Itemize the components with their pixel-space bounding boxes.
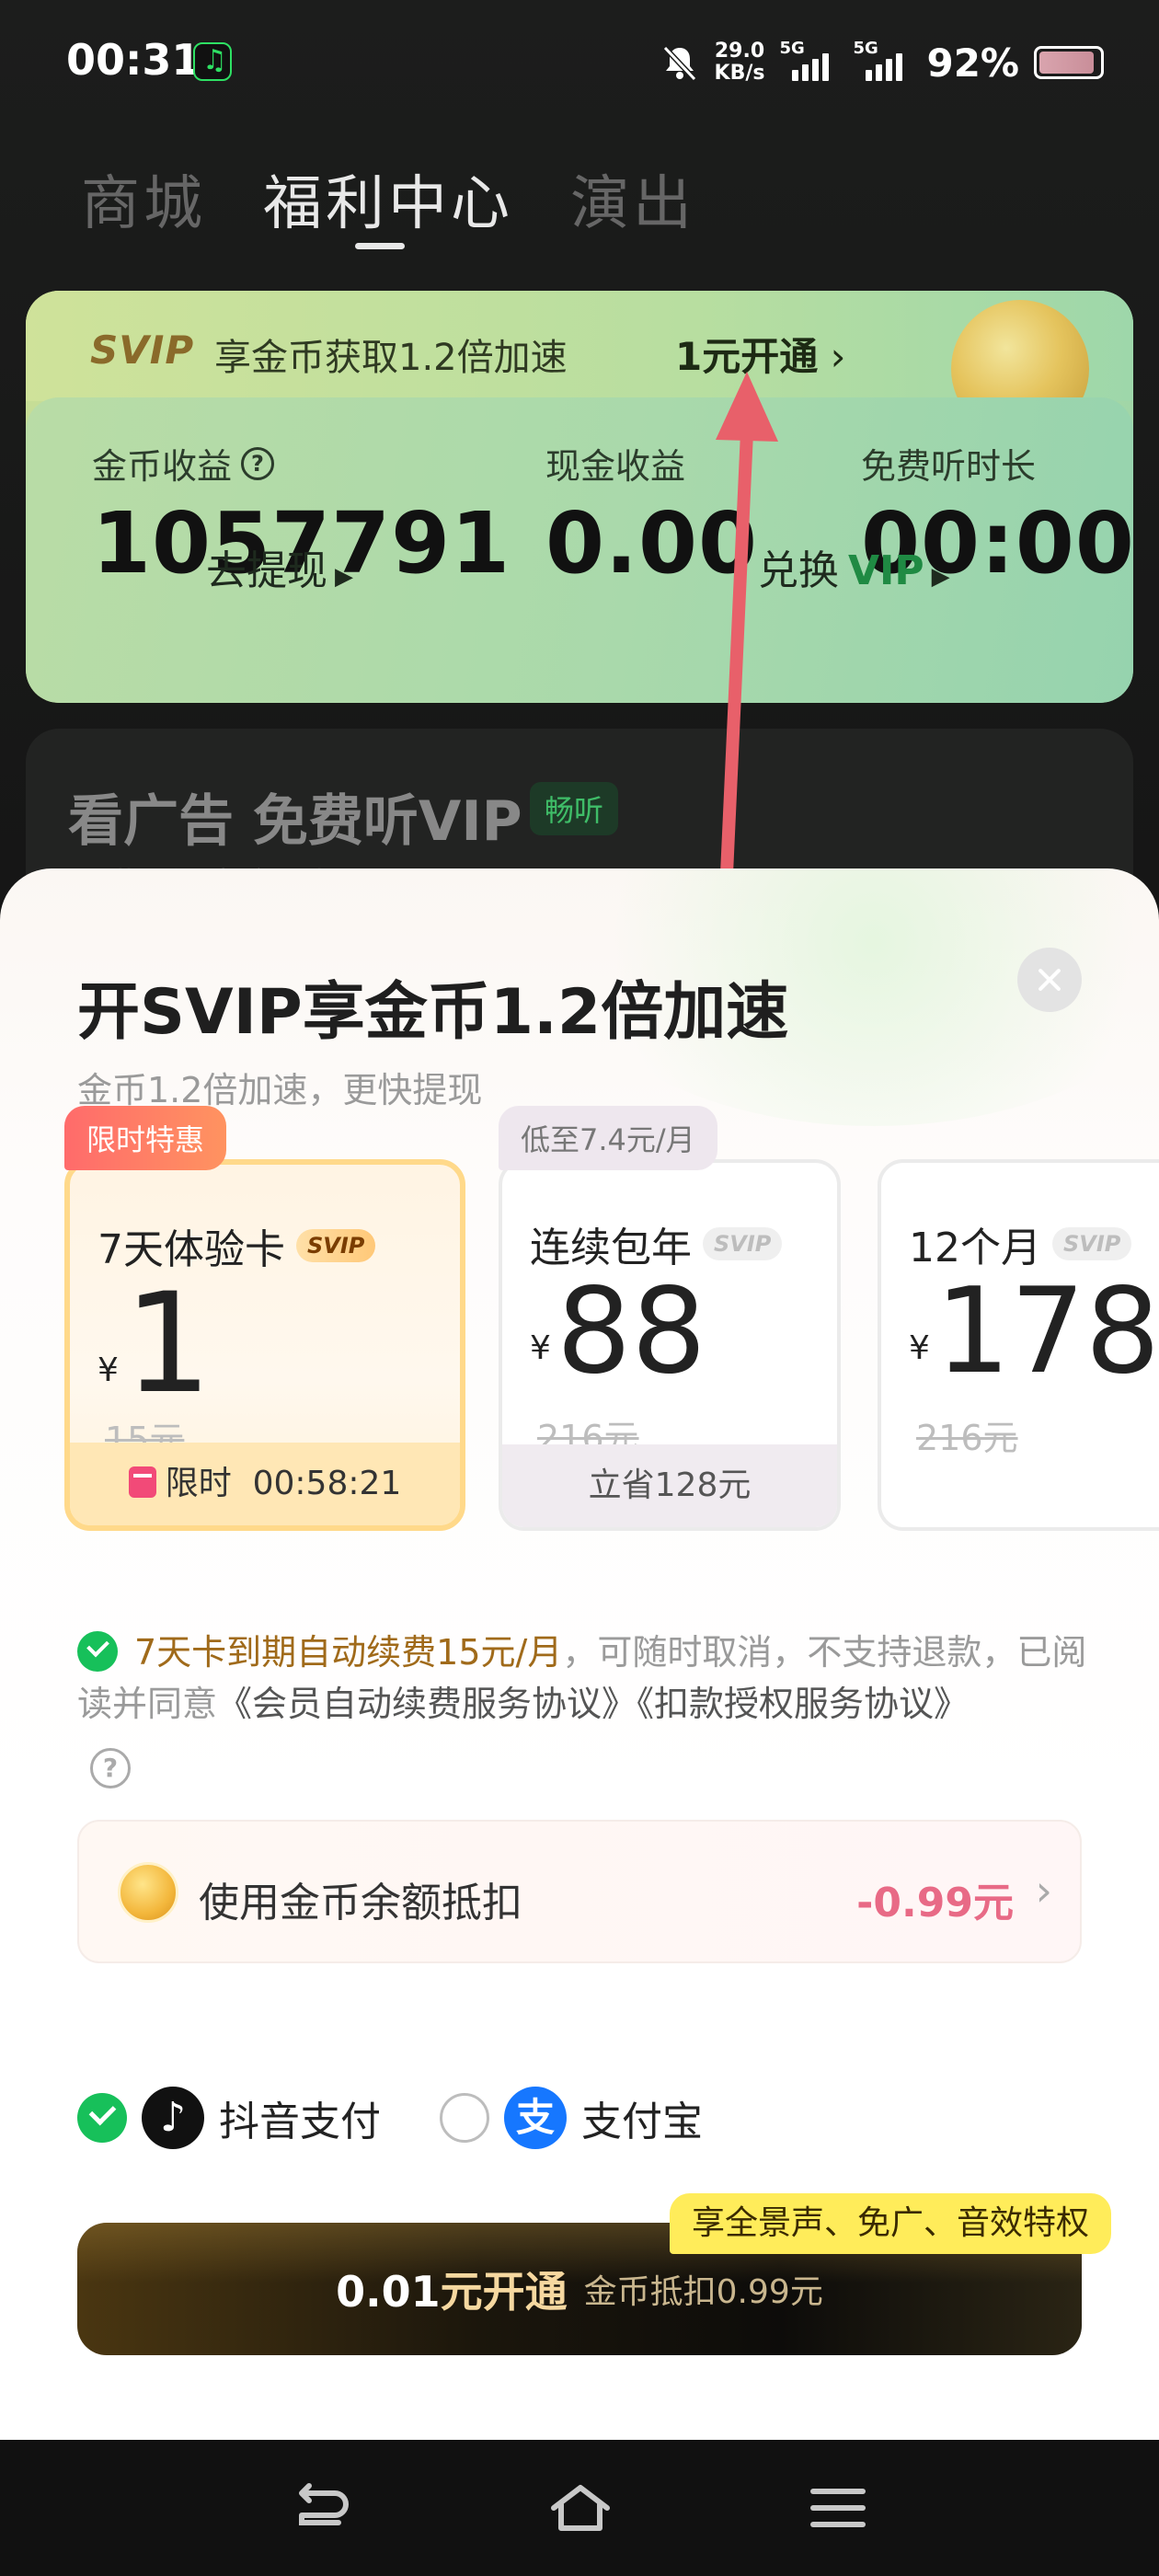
system-nav-bar [0,2440,1159,2576]
plan-countdown: 限时 00:58:21 [70,1443,460,1525]
close-button[interactable] [1017,948,1082,1012]
plan-price: ¥178 [909,1273,1159,1391]
sheet-subtitle: 金币1.2倍加速，更快提现 [77,1070,483,1110]
earnings-links: 去提现 ▶ 兑换 VIP ▶ [26,537,1133,594]
radio-unselected-icon[interactable] [440,2093,489,2143]
svip-tag: SVIP [296,1229,376,1262]
alipay-icon: 支 [504,2087,567,2149]
ad-card-badge: 畅听 [530,782,619,835]
net-speed-value: 29.0 [714,40,765,63]
app-screen: 00:31 29.0 KB/s 5G 5G 92% 商城 福利中心 演 [0,0,1159,2576]
agreement-highlight: 7天卡到期自动续费15元/月 [134,1632,563,1673]
tab-welfare-center[interactable]: 福利中心 [263,156,513,249]
cta-sub: 金币抵扣0.99元 [583,2273,823,2311]
signal-icon: 5G [779,39,838,81]
chevron-right-icon: › [1035,1866,1052,1915]
svip-purchase-sheet: 开SVIP享金币1.2倍加速 金币1.2倍加速，更快提现 7天体验卡 SVIP ¥… [0,868,1159,2440]
coin-deduction-row[interactable]: 使用金币余额抵扣 -0.99元 › [77,1820,1082,1963]
plan-card-12month[interactable]: 12个月 SVIP ¥178 216元 [878,1159,1159,1531]
svip-banner[interactable]: SVIP 享金币获取1.2倍加速 1元开通 [26,291,1133,438]
top-tabs: 商城 福利中心 演出 [81,156,695,249]
plan-savings: 立省128元 [502,1444,837,1527]
auto-renew-agreement: 7天卡到期自动续费15元/月，可随时取消，不支持退款，已阅读并同意《会员自动续费… [77,1627,1089,1788]
status-indicators: 29.0 KB/s 5G 5G 92% [660,37,1104,88]
cta-amount: 0.01 [336,2267,441,2317]
tab-mall[interactable]: 商城 [81,156,206,241]
plan-ribbon-low-price: 低至7.4元/月 [499,1106,717,1170]
svip-tag: SVIP [1052,1227,1132,1260]
cash-label: 现金收益 [545,446,686,487]
payment-label: 支付宝 [581,2099,703,2145]
battery-percent: 92% [926,40,1019,86]
price-amount: 1 [123,1264,212,1424]
ad-card-title: 看广告 免费听VIP [68,789,522,854]
status-bar: 00:31 29.0 KB/s 5G 5G 92% [0,0,1159,129]
plan-price: ¥1 [98,1275,212,1413]
tab-shows[interactable]: 演出 [570,156,695,241]
douyin-pay-icon: ♪ [142,2087,204,2149]
countdown-timer: 00:58:21 [252,1465,402,1502]
battery-icon [1034,46,1104,79]
menu-icon[interactable] [806,2480,870,2536]
triangle-right-icon: ▶ [335,563,353,591]
withdraw-button[interactable]: 去提现 ▶ [206,537,353,596]
triangle-right-icon: ▶ [931,563,950,591]
currency-symbol: ¥ [530,1329,551,1367]
svip-open-link[interactable]: 1元开通 [675,326,845,382]
help-icon[interactable]: ? [241,446,275,480]
plan-price: ¥88 [530,1273,706,1391]
signal-label: 5G [853,39,878,58]
svip-tag: SVIP [703,1227,783,1260]
net-speed: 29.0 KB/s [715,40,765,85]
exchange-label: 兑换 [758,547,839,594]
exchange-vip-button[interactable]: 兑换 VIP ▶ [758,537,950,596]
auto-renew-agreement-link[interactable]: 《会员自动续费服务协议》 [217,1684,637,1724]
payment-authorization-link[interactable]: 《扣款授权服务协议》 [637,1684,969,1724]
payment-option-douyin[interactable]: ♪ 抖音支付 [77,2087,381,2149]
coin-deduction-label: 使用金币余额抵扣 [199,1880,522,1926]
price-amount: 88 [556,1263,706,1400]
exchange-vip-label: VIP [848,547,924,594]
plan-ribbon-hot: 限时特惠 [64,1106,227,1170]
coin-deduction-value: -0.99元 [856,1880,1014,1926]
timer-icon [128,1466,156,1498]
gold-coin-icon [118,1862,178,1923]
currency-symbol: ¥ [909,1329,930,1367]
original-price: 216元 [916,1418,1018,1458]
earnings-card: SVIP 享金币获取1.2倍加速 1元开通 金币收益? 1057791 现金收益… [26,291,1133,703]
cta-main-text: 元开通 [440,2267,568,2317]
music-app-icon [193,42,232,81]
payment-label: 抖音支付 [219,2099,381,2145]
cta-benefit-badge: 享全景声、免广、音效特权 [670,2193,1112,2254]
svip-logo: SVIP [90,328,195,373]
plan-card-7day[interactable]: 7天体验卡 SVIP ¥1 15元 限时 00:58:21 [64,1159,465,1531]
back-icon[interactable] [289,2480,353,2536]
payment-option-alipay[interactable]: 支 支付宝 [440,2087,703,2149]
price-amount: 178 [935,1263,1159,1400]
sheet-title: 开SVIP享金币1.2倍加速 [77,976,789,1049]
radio-selected-icon[interactable] [77,2093,127,2143]
plan-card-annual-renewal[interactable]: 连续包年 SVIP ¥88 216元 立省128元 [499,1159,841,1531]
svip-banner-text: 享金币获取1.2倍加速 [214,337,568,379]
withdraw-label: 去提现 [206,547,327,594]
countdown-label: 限时 [165,1465,232,1502]
signal-icon: 5G [853,39,912,81]
coins-label: 金币收益 [92,446,233,487]
free-time-label: 免费听时长 [861,446,1037,487]
signal-label: 5G [779,39,805,58]
help-icon[interactable]: ? [90,1748,131,1788]
net-speed-unit: KB/s [714,62,765,85]
agreement-checkbox[interactable] [77,1631,118,1672]
status-time: 00:31 [66,35,201,85]
currency-symbol: ¥ [98,1351,119,1389]
payment-methods: ♪ 抖音支付 支 支付宝 [77,2081,762,2155]
cta-main: 0.01元开通 [336,2259,568,2319]
bell-off-icon [660,42,700,83]
home-icon[interactable] [548,2480,613,2536]
